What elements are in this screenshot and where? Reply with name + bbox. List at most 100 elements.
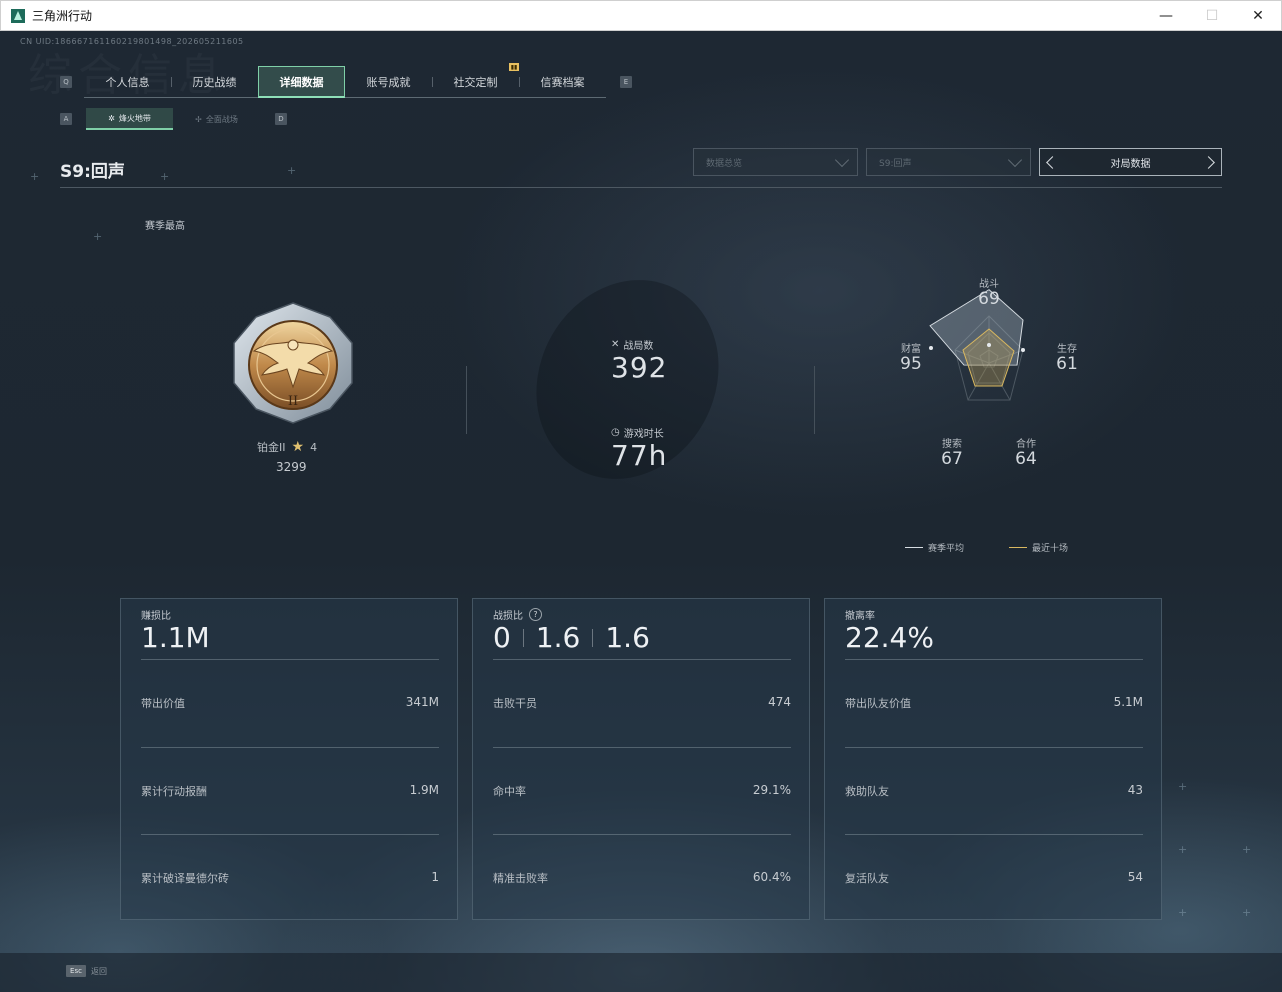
tab-profile-archive[interactable]: 信赛档案 [519, 66, 606, 98]
key-hint-a: A [60, 113, 72, 125]
maximize-button[interactable]: ☐ [1189, 1, 1235, 31]
decor-plus-icon: + [93, 230, 103, 243]
decor-plus-icon: + [1178, 780, 1188, 793]
card-big-value: 1.1M [141, 621, 210, 654]
decor-plus-icon: + [1242, 906, 1252, 919]
row-value: 29.1% [752, 783, 791, 797]
close-button[interactable]: ✕ [1235, 1, 1281, 31]
tab-achievements[interactable]: 账号成就 [345, 66, 432, 98]
crossed-swords-icon: ✕ [611, 339, 620, 350]
battlefield-icon: ✢ [195, 114, 202, 124]
minimize-button[interactable]: — [1143, 1, 1189, 31]
key-hint-q: Q [60, 76, 72, 88]
match-data-pager: 对局数据 [1039, 148, 1222, 176]
data-overview-select[interactable]: 数据总览 [693, 148, 858, 176]
decor-plus-icon: + [287, 164, 297, 177]
legend-label: 赛季平均 [928, 544, 965, 554]
select-value: 数据总览 [706, 158, 743, 169]
chevron-left-icon[interactable] [1046, 155, 1059, 169]
value-separator [522, 628, 524, 647]
playtime-label: ◷ 游戏时长 [611, 425, 664, 440]
rank-stars: 4 [310, 440, 318, 454]
row-value: 341M [405, 695, 439, 709]
season-title: S9:回声 [60, 162, 125, 182]
card-divider [493, 659, 791, 660]
chevron-down-icon [1007, 152, 1023, 167]
select-value: S9:回声 [879, 158, 912, 169]
card-big-value: 0 1.6 1.6 [493, 621, 650, 654]
tab-social-custom[interactable]: 社交定制 [432, 66, 519, 98]
rank-name: 铂金II [257, 441, 286, 454]
tab-divider [519, 77, 520, 87]
row-value: 474 [768, 695, 791, 709]
app-logo-icon [11, 8, 25, 23]
header-divider [60, 187, 1222, 188]
card-title: 战损比 ? [493, 607, 542, 622]
radar-value-cooperation: 64 [1015, 449, 1037, 469]
game-window: 综合信息 CN UID:186667161160219801498_202605… [0, 31, 1282, 992]
esc-key-icon: Esc [66, 965, 86, 977]
tab-match-history[interactable]: 历史战绩 [171, 66, 258, 98]
card-title-text: 战损比 [493, 611, 523, 622]
decor-plus-icon: + [1178, 843, 1188, 856]
card-row: 带出队友价值 5.1M [845, 695, 1143, 711]
row-label: 复活队友 [845, 872, 889, 885]
rank-numeral: II [288, 394, 298, 409]
radar-label-survival: 生存 [1057, 344, 1077, 355]
key-hint-e: E [620, 76, 632, 88]
legend-label: 最近十场 [1032, 544, 1069, 554]
row-label: 精准击败率 [493, 872, 548, 885]
help-icon[interactable]: ? [529, 608, 542, 621]
radar-point [1021, 348, 1025, 352]
clock-icon: ◷ [611, 427, 620, 438]
matches-label-text: 战局数 [623, 341, 654, 352]
star-icon: ★ [291, 439, 305, 455]
notification-badge: ▮▮ [509, 63, 519, 71]
tab-detailed-data[interactable]: 详细数据 [258, 66, 345, 98]
window-titlebar: 三角洲行动 — ☐ ✕ [0, 0, 1282, 31]
chevron-right-icon[interactable] [1202, 155, 1215, 169]
hazard-zone-icon: ✲ [108, 113, 115, 123]
card-divider [845, 659, 1143, 660]
card-divider [493, 747, 791, 748]
decor-plus-icon: + [30, 170, 40, 183]
card-row: 带出价值 341M [141, 695, 439, 711]
pager-label: 对局数据 [1110, 158, 1151, 170]
kd-value-1: 0 [493, 621, 511, 654]
card-row: 复活队友 54 [845, 870, 1143, 886]
season-select[interactable]: S9:回声 [866, 148, 1031, 176]
row-value: 60.4% [752, 870, 791, 884]
row-value: 1 [431, 870, 439, 884]
sub-tab-bar: ✲ 烽火地带 ✢ 全面战场 [86, 108, 260, 130]
row-value: 43 [1127, 783, 1143, 797]
card-divider [141, 659, 439, 660]
card-row: 精准击败率 60.4% [493, 870, 791, 886]
extraction-rate-card: 撤离率 22.4% 带出队友价值 5.1M 救助队友 43 复活队友 54 [824, 598, 1162, 920]
row-label: 累计行动报酬 [141, 785, 207, 798]
main-tab-bar: 个人信息 历史战绩 详细数据 账号成就 社交定制 信赛档案 [84, 66, 606, 98]
legend-recent-ten: 最近十场 [1009, 541, 1068, 554]
radar-value-combat: 69 [978, 289, 1000, 309]
tab-divider [171, 77, 172, 87]
rank-info: 铂金II ★ 4 [257, 439, 317, 455]
profit-loss-ratio: 1.1M [141, 621, 210, 654]
matches-value: 392 [611, 351, 668, 384]
user-id-text: CN UID:186667161160219801498_20260521160… [20, 37, 244, 46]
row-label: 累计破译曼德尔砖 [141, 872, 229, 885]
chevron-down-icon [834, 152, 850, 167]
card-row: 救助队友 43 [845, 783, 1143, 799]
row-value: 5.1M [1113, 695, 1143, 709]
tab-personal-info[interactable]: 个人信息 [84, 66, 171, 98]
radar-label-combat: 战斗 [979, 279, 999, 290]
subtab-full-battlefield[interactable]: ✢ 全面战场 [173, 108, 260, 130]
decor-plus-icon: + [1178, 906, 1188, 919]
value-separator [592, 628, 594, 647]
radar-value-wealth: 95 [900, 354, 922, 374]
subtab-hazard-zone[interactable]: ✲ 烽火地带 [86, 108, 173, 130]
back-button[interactable]: Esc 返回 [66, 965, 107, 977]
radar-label-cooperation: 合作 [1016, 439, 1036, 450]
decor-plus-icon: + [1242, 843, 1252, 856]
section-divider [814, 366, 815, 434]
radar-value-search: 67 [941, 449, 963, 469]
row-value: 1.9M [409, 783, 439, 797]
